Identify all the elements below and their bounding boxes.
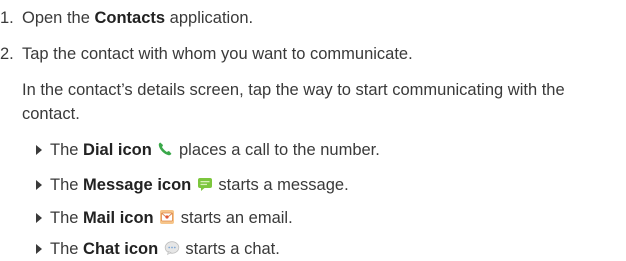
bullet-chat: The Chat icon starts a chat. (36, 237, 280, 261)
message-icon-label: Message icon (83, 176, 192, 194)
bullet-suffix: starts an email. (176, 209, 293, 227)
bullet-suffix: starts a message. (213, 176, 349, 194)
instruction-document: 1. Open the Contacts application. 2. Tap t… (0, 0, 626, 261)
step-number: 1. (0, 9, 14, 27)
step-2: 2. Tap the contact with whom you want to … (0, 42, 413, 66)
phone-icon (157, 141, 173, 157)
step-number: 3. (0, 78, 22, 102)
chat-icon (164, 240, 180, 256)
step-text: In the contact’s details screen, tap the… (22, 81, 565, 123)
bullet-prefix: The (50, 141, 84, 159)
step-text-prefix: Open the (22, 9, 95, 27)
bullet-prefix: The (50, 240, 84, 258)
step-text-suffix: application. (165, 9, 254, 27)
bullet-prefix: The (50, 209, 84, 227)
step-1: 1. Open the Contacts application. (0, 6, 253, 30)
bullet-arrow-icon (36, 244, 42, 254)
bullet-mail: The Mail icon starts an email. (36, 206, 293, 230)
step-3: 3.In the contact’s details screen, tap t… (0, 78, 622, 126)
dial-icon-label: Dial icon (83, 141, 152, 159)
bullet-arrow-icon (36, 180, 42, 190)
bullet-prefix: The (50, 176, 84, 194)
step-text: Tap the contact with whom you want to co… (22, 45, 413, 63)
message-icon (197, 176, 213, 192)
bullet-arrow-icon (36, 213, 42, 223)
bullet-arrow-icon (36, 145, 42, 155)
contacts-app-name: Contacts (94, 9, 166, 27)
bullet-message: The Message icon starts a message. (36, 173, 349, 197)
bullet-suffix: places a call to the number. (174, 141, 380, 159)
bullet-suffix: starts a chat. (180, 240, 280, 258)
mail-icon (159, 209, 175, 225)
step-number: 2. (0, 45, 14, 63)
chat-icon-label: Chat icon (83, 240, 159, 258)
bullet-dial: The Dial icon places a call to the numbe… (36, 138, 380, 162)
mail-icon-label: Mail icon (83, 209, 154, 227)
